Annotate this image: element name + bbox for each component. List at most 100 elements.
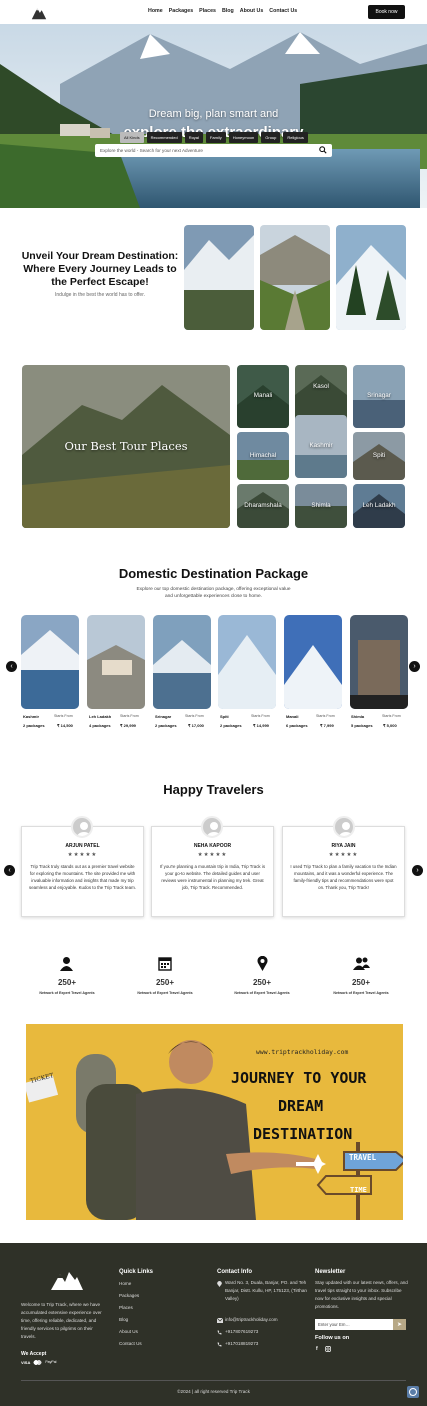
place-tile-spiti[interactable]: Spiti: [353, 432, 405, 480]
place-label: Shimla: [311, 502, 331, 509]
footer-link-packages[interactable]: Packages: [119, 1293, 139, 1298]
tab-honeymoon[interactable]: Honeymoon: [228, 132, 259, 143]
package-price: ₹ 14,500: [57, 723, 73, 728]
copyright: ©2024 | all right reserved Trip Track: [177, 1389, 250, 1394]
logo-icon[interactable]: [30, 3, 48, 21]
tab-recommended[interactable]: Recommended: [146, 132, 182, 143]
footer-link-places[interactable]: Places: [119, 1305, 133, 1310]
book-now-button[interactable]: Book now: [368, 5, 405, 19]
place-label: Leh Ladakh: [362, 502, 396, 509]
search-placeholder: Explore the world - Search for your next…: [100, 148, 203, 153]
package-price: ₹ 7,999: [320, 723, 334, 728]
visa-icon: VISA: [21, 1360, 31, 1365]
package-starts-label: Starts From: [120, 714, 139, 718]
package-count: 2 packages: [23, 723, 45, 728]
mastercard-icon: [33, 1360, 43, 1365]
user-icon: [60, 957, 73, 971]
newsletter-heading: Newsletter: [315, 1269, 346, 1275]
tab-all-kinds[interactable]: All Kinds: [120, 132, 144, 143]
phone-icon: [217, 1342, 222, 1347]
rating-stars-icon: ★★★★★: [328, 852, 359, 858]
reviews-prev-button[interactable]: ‹: [4, 865, 15, 876]
banner-heading-line3: DESTINATION: [253, 1125, 353, 1143]
footer-phone-1[interactable]: +917807619273: [225, 1329, 258, 1334]
tab-religious[interactable]: Religious: [283, 132, 308, 143]
nav-places[interactable]: Places: [199, 8, 216, 14]
package-card-manali[interactable]: [284, 615, 342, 709]
footer-phone-2[interactable]: +917018819273: [225, 1341, 258, 1346]
package-card-shimla[interactable]: [350, 615, 408, 709]
instagram-icon[interactable]: [325, 1346, 331, 1352]
place-label: Kashmir: [309, 442, 333, 449]
package-price: ₹ 29,999: [120, 723, 136, 728]
place-tile-himachal[interactable]: Himachal: [237, 432, 289, 480]
nav-blog[interactable]: Blog: [222, 8, 234, 14]
whatsapp-icon[interactable]: [407, 1386, 419, 1398]
stat-value: 250+: [57, 978, 77, 987]
footer-accept-label: We Accept: [21, 1351, 47, 1357]
footer-email[interactable]: info@triptrackholiday.com: [225, 1317, 278, 1322]
newsletter-email-input[interactable]: Enter your Em…: [315, 1319, 393, 1330]
contact-info-heading: Contact Info: [217, 1269, 252, 1275]
banner-sign-travel: TRAVEL: [349, 1153, 377, 1162]
tab-royal[interactable]: Royal: [184, 132, 203, 143]
avatar: [333, 816, 355, 838]
reviewer-name: ARJUN PATEL: [65, 843, 100, 849]
nav-about[interactable]: About Us: [240, 8, 264, 14]
place-tile-manali[interactable]: Manali: [237, 365, 289, 428]
place-tile-shimla[interactable]: Shimla: [295, 484, 347, 528]
package-count: 5 packages: [351, 723, 373, 728]
facebook-icon[interactable]: f: [316, 1346, 318, 1352]
reviews-next-button[interactable]: ›: [412, 865, 423, 876]
place-tile-dharamshala[interactable]: Dharamshala: [237, 484, 289, 528]
place-tile-leh-ladakh[interactable]: Leh Ladakh: [353, 484, 405, 528]
package-name: Shimla: [351, 714, 365, 719]
footer-address: Ward No. 3, Duala, Banjar, PO. and Teh B…: [225, 1280, 307, 1301]
search-input[interactable]: Explore the world - Search for your next…: [95, 144, 332, 157]
nav-contact[interactable]: Contact Us: [269, 8, 297, 14]
package-starts-label: Starts From: [251, 714, 270, 718]
place-tile-srinagar[interactable]: Srinagar: [353, 365, 405, 428]
package-starts-label: Starts From: [54, 714, 73, 718]
search-icon[interactable]: [319, 146, 327, 154]
tab-family[interactable]: Family: [205, 132, 226, 143]
category-tabs: All Kinds Recommended Royal Family Honey…: [120, 132, 308, 143]
nav-home[interactable]: Home: [148, 8, 163, 14]
avatar: [201, 816, 223, 838]
footer-link-contact[interactable]: Contact Us: [119, 1341, 142, 1346]
tab-group[interactable]: Group: [261, 132, 281, 143]
package-count: 2 packages: [155, 723, 177, 728]
follow-us-label: Follow us on: [315, 1335, 350, 1341]
destination-photo-3: [336, 225, 406, 330]
footer-link-blog[interactable]: Blog: [119, 1317, 128, 1322]
place-tile-kashmir[interactable]: Kashmir: [295, 415, 347, 478]
location-pin-icon: [257, 956, 268, 971]
nav-packages[interactable]: Packages: [169, 8, 193, 14]
package-card-kashmir[interactable]: [21, 615, 79, 709]
package-card-leh-ladakh[interactable]: [87, 615, 145, 709]
location-pin-icon: [217, 1281, 222, 1287]
carousel-prev-button[interactable]: ‹: [6, 661, 17, 672]
quick-links-heading: Quick Links: [119, 1269, 154, 1275]
destination-photo-2: [260, 225, 330, 330]
footer-logo-icon: [51, 1272, 83, 1290]
stat-value: 250+: [155, 978, 175, 987]
payment-icons: VISA PayPal: [21, 1360, 56, 1365]
banner-sign-time: TIME: [350, 1186, 367, 1194]
place-label: Spiti: [372, 452, 386, 459]
newsletter-submit-button[interactable]: ➤: [393, 1319, 406, 1330]
footer-link-home[interactable]: Home: [119, 1281, 131, 1286]
place-label: Dharamshala: [244, 502, 282, 509]
package-name: Kashmir: [23, 714, 40, 719]
domestic-heading: Domestic Destination Package: [118, 566, 309, 581]
package-count: 2 packages: [220, 723, 242, 728]
footer-link-about[interactable]: About Us: [119, 1329, 138, 1334]
package-count: 4 packages: [89, 723, 111, 728]
carousel-next-button[interactable]: ›: [409, 661, 420, 672]
package-card-spiti[interactable]: [218, 615, 276, 709]
best-tour-places-title: Our Best Tour Places: [64, 439, 188, 453]
package-card-srinagar[interactable]: [153, 615, 211, 709]
newsletter-text: Stay updated with our latest news, offer…: [315, 1280, 408, 1309]
stat-label: Network of Expert Travel Agents: [333, 991, 389, 995]
review-text: If you're planning a mountain trip in In…: [159, 864, 266, 890]
